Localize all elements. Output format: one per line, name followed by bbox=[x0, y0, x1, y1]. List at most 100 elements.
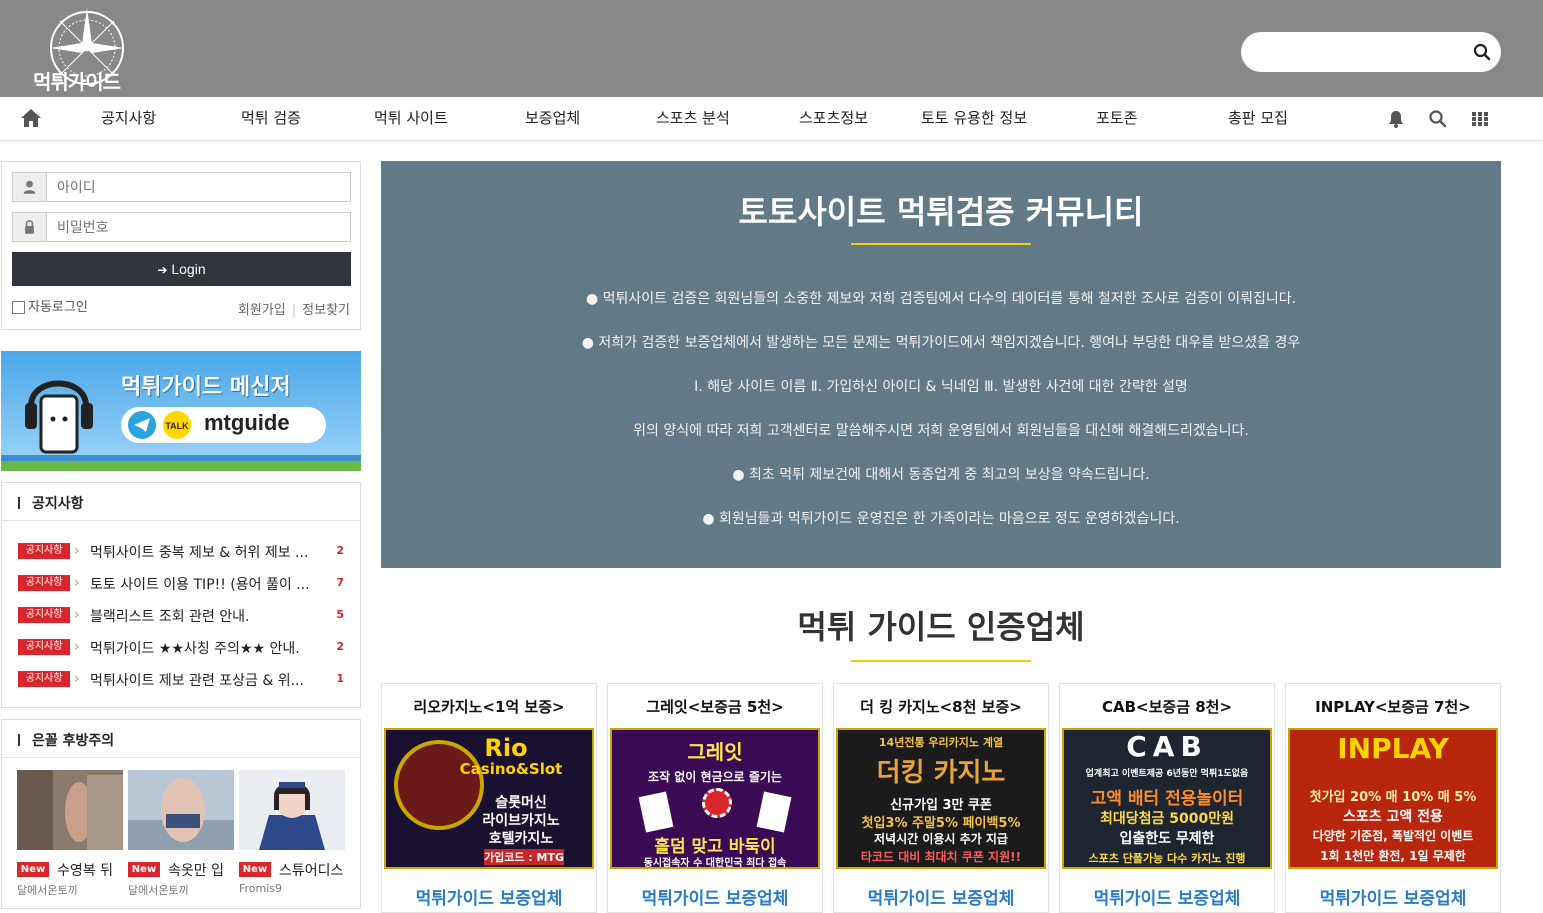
notice-badge: 공지사항 bbox=[18, 575, 70, 591]
gallery-title[interactable]: 스튜어디스 bbox=[279, 860, 349, 880]
logo-text[interactable]: 먹튀가이드 bbox=[33, 66, 121, 95]
divider bbox=[2, 520, 360, 521]
search-input[interactable] bbox=[1259, 42, 1459, 62]
banner-text: 더킹 카지노 bbox=[876, 758, 1006, 788]
nav-item-verify[interactable]: 먹튀 검증 bbox=[241, 97, 301, 141]
banner-text: 신규가입 3만 쿠폰 bbox=[890, 798, 992, 813]
partner-banner-image[interactable]: 그레잇 조작 없이 현금으로 즐기는 홀덤 맞고 바둑이 동시접속자 수 대한민… bbox=[610, 728, 820, 869]
partner-card[interactable]: 더 킹 카지노<8천 보증> 14년전통 우리카지노 계열 더킹 카지노 신규가… bbox=[833, 683, 1049, 913]
nav-item-partner[interactable]: 총판 모집 bbox=[1228, 97, 1288, 141]
gallery-title[interactable]: 속옷만 입 bbox=[168, 860, 238, 880]
list-item[interactable]: 공지사항 › 블랙리스트 조회 관련 안내. 5 bbox=[18, 605, 348, 625]
nav-item-notice[interactable]: 공지사항 bbox=[101, 97, 156, 141]
partner-name[interactable]: 리오카지노<1억 보증> bbox=[382, 696, 596, 717]
banner-messenger-id: mtguide bbox=[204, 410, 290, 435]
partner-tag[interactable]: 먹튀가이드 보증업체 bbox=[608, 884, 822, 909]
password-input[interactable] bbox=[57, 218, 337, 236]
notice-panel: 공지사항 공지사항 › 먹튀사이트 중복 제보 & 허위 제보 ... 2 공지… bbox=[1, 482, 361, 708]
nav-item-scam-sites[interactable]: 먹튀 사이트 bbox=[374, 97, 448, 141]
banner-text: 슬롯머신 bbox=[495, 795, 547, 811]
grid-menu-icon[interactable] bbox=[1470, 109, 1490, 129]
notice-title[interactable]: 먹튀가이드 ★★사칭 주의★★ 안내. bbox=[90, 638, 328, 658]
nav-item-toto-info[interactable]: 토토 유용한 정보 bbox=[921, 97, 1027, 141]
title-bar-icon bbox=[18, 734, 20, 746]
gallery-title[interactable]: 수영복 뒤 bbox=[57, 860, 127, 880]
chevron-right-icon: › bbox=[74, 575, 80, 591]
notice-badge: 공지사항 bbox=[18, 639, 70, 655]
notice-title[interactable]: 토토 사이트 이용 TIP!! (용어 풀이 ... bbox=[90, 574, 328, 594]
find-info-link[interactable]: 정보찾기 bbox=[302, 303, 350, 318]
partner-card[interactable]: INPLAY<보증금 7천> INPLAY 첫가입 20% 매 10% 매 5%… bbox=[1285, 683, 1501, 913]
nav-item-sports-analysis[interactable]: 스포츠 분석 bbox=[656, 97, 730, 141]
partner-tag[interactable]: 먹튀가이드 보증업체 bbox=[1286, 884, 1500, 909]
partner-card[interactable]: CAB<보증금 8천> CAB 업계최고 이벤트제공 6년동안 먹튀1도없음 고… bbox=[1059, 683, 1275, 913]
partner-tag[interactable]: 먹튀가이드 보증업체 bbox=[834, 884, 1048, 909]
notice-title[interactable]: 먹튀사이트 중복 제보 & 허위 제보 ... bbox=[90, 542, 328, 562]
header-search bbox=[1241, 32, 1501, 72]
search-icon[interactable] bbox=[1428, 109, 1448, 129]
login-button[interactable]: ➔ Login bbox=[12, 252, 351, 286]
password-field[interactable] bbox=[12, 212, 351, 242]
chevron-right-icon: › bbox=[74, 607, 80, 623]
search-icon[interactable] bbox=[1473, 43, 1491, 61]
list-item[interactable]: 공지사항 › 토토 사이트 이용 TIP!! (용어 풀이 ... 7 bbox=[18, 573, 348, 593]
comment-count: 7 bbox=[336, 576, 344, 589]
gallery-caption[interactable]: New 속옷만 입 bbox=[128, 860, 236, 880]
gallery-panel-title: 은꼴 후방주의 bbox=[32, 733, 115, 749]
chevron-right-icon: › bbox=[74, 543, 80, 559]
gallery-thumbnail[interactable] bbox=[239, 770, 345, 850]
sign-in-icon: ➔ bbox=[157, 263, 168, 277]
gallery-thumbnail[interactable] bbox=[17, 770, 123, 850]
banner-text: 최대당첨금 5000만원 bbox=[1100, 811, 1234, 827]
partner-name[interactable]: 그레잇<보증금 5천> bbox=[608, 696, 822, 717]
banner-text: 입출한도 무제한 bbox=[1119, 831, 1215, 847]
banner-text: 1회 1천만 환전, 1일 무제한 bbox=[1320, 849, 1466, 863]
gallery-author: 달에서온토끼 bbox=[128, 884, 189, 897]
auto-login-label: 자동로그인 bbox=[28, 300, 88, 315]
home-icon[interactable] bbox=[20, 108, 42, 128]
username-field[interactable] bbox=[12, 172, 351, 202]
notice-title[interactable]: 블랙리스트 조회 관련 안내. bbox=[90, 606, 328, 626]
partner-tag[interactable]: 먹튀가이드 보증업체 bbox=[1060, 884, 1274, 909]
login-panel: ➔ Login 자동로그인 회원가입 | 정보찾기 bbox=[1, 161, 361, 330]
partner-banner-image[interactable]: INPLAY 첫가입 20% 매 10% 매 5% 스포츠 고액 전용 다양한 … bbox=[1288, 728, 1498, 869]
gallery-caption[interactable]: New 수영복 뒤 bbox=[17, 860, 125, 880]
nav-item-sports-info[interactable]: 스포츠정보 bbox=[799, 97, 868, 141]
list-item[interactable]: 공지사항 › 먹튀가이드 ★★사칭 주의★★ 안내. 2 bbox=[18, 637, 348, 657]
notice-title[interactable]: 먹튀사이트 제보 관련 포상금 & 위... bbox=[90, 670, 328, 690]
hero-title-underline bbox=[851, 243, 1031, 245]
username-input[interactable] bbox=[57, 178, 337, 196]
partner-banner-image[interactable]: CAB 업계최고 이벤트제공 6년동안 먹튀1도없음 고액 배터 전용놀이터 최… bbox=[1062, 728, 1272, 869]
bell-icon[interactable] bbox=[1386, 109, 1406, 129]
banner-text: INPLAY bbox=[1337, 732, 1449, 765]
auto-login[interactable]: 자동로그인 bbox=[12, 296, 88, 315]
notice-panel-title: 공지사항 bbox=[32, 496, 84, 512]
partner-card[interactable]: 리오카지노<1억 보증> Rio Casino&Slot 슬롯머신 라이브카지노… bbox=[381, 683, 597, 913]
list-item[interactable]: 공지사항 › 먹튀사이트 중복 제보 & 허위 제보 ... 2 bbox=[18, 541, 348, 561]
nav-item-guaranteed[interactable]: 보증업체 bbox=[525, 97, 580, 141]
banner-text: 타코드 대비 최대치 쿠폰 지원!! bbox=[860, 850, 1022, 864]
auto-login-checkbox[interactable] bbox=[12, 300, 25, 314]
notice-panel-header[interactable]: 공지사항 bbox=[18, 493, 84, 513]
partner-banner-image[interactable]: 14년전통 우리카지노 계열 더킹 카지노 신규가입 3만 쿠폰 첫입3% 주말… bbox=[836, 728, 1046, 869]
partner-name[interactable]: 더 킹 카지노<8천 보증> bbox=[834, 696, 1048, 717]
partner-name[interactable]: INPLAY<보증금 7천> bbox=[1286, 696, 1500, 717]
banner-text: 동시접속자 수 대한민국 최다 접속 bbox=[643, 858, 787, 869]
gallery-caption[interactable]: New 스튜어디스 bbox=[239, 860, 347, 880]
partner-tag[interactable]: 먹튀가이드 보증업체 bbox=[382, 884, 596, 909]
banner-text: 업계최고 이벤트제공 6년동안 먹튀1도없음 bbox=[1085, 769, 1249, 779]
new-badge: New bbox=[17, 862, 49, 877]
join-link[interactable]: 회원가입 bbox=[238, 303, 286, 318]
partner-card[interactable]: 그레잇<보증금 5천> 그레잇 조작 없이 현금으로 즐기는 홀덤 맞고 바둑이… bbox=[607, 683, 823, 913]
banner-text: 그레잇 bbox=[687, 740, 743, 764]
gallery-thumbnail[interactable] bbox=[128, 770, 234, 850]
chevron-right-icon: › bbox=[74, 639, 80, 655]
partner-banner-image[interactable]: Rio Casino&Slot 슬롯머신 라이브카지노 호텔카지노 가입코드 :… bbox=[384, 728, 594, 869]
list-item[interactable]: 공지사항 › 먹튀사이트 제보 관련 포상금 & 위... 1 bbox=[18, 669, 348, 689]
section-title-underline bbox=[851, 660, 1031, 662]
partner-name[interactable]: CAB<보증금 8천> bbox=[1060, 696, 1274, 717]
gallery-panel-header[interactable]: 은꼴 후방주의 bbox=[18, 730, 114, 750]
messenger-banner[interactable]: TALK 먹튀가이드 메신저 mtguide bbox=[1, 351, 361, 471]
notice-badge: 공지사항 bbox=[18, 607, 70, 623]
nav-item-photo-zone[interactable]: 포토존 bbox=[1096, 97, 1137, 141]
